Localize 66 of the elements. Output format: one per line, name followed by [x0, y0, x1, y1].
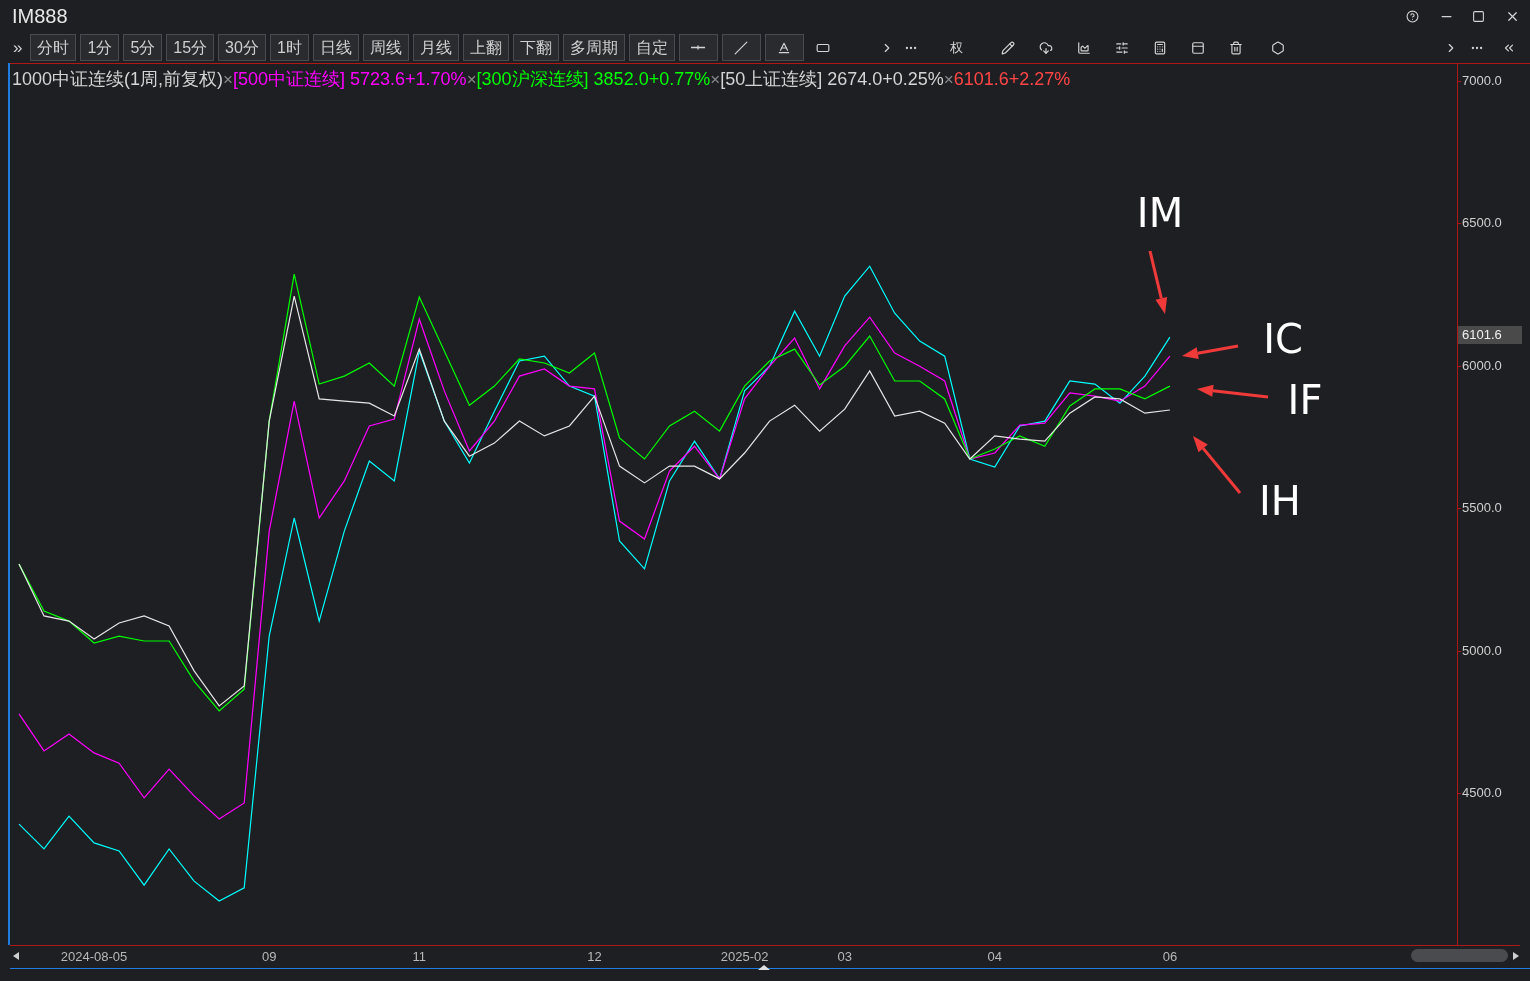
annotation-arrow [1193, 436, 1242, 494]
period-button[interactable]: 1分 [80, 34, 120, 61]
x-axis-label: 2024-08-05 [60, 950, 128, 963]
x-axis-label: 2025-02 [720, 950, 769, 963]
calculator-icon[interactable] [1152, 40, 1167, 55]
layout-icon[interactable] [1190, 40, 1205, 55]
scroll-left-icon[interactable] [13, 952, 19, 960]
period-button[interactable]: 15分 [166, 34, 215, 61]
y-axis-label: 5000.0 [1462, 643, 1502, 657]
diagonal-line-icon [734, 40, 749, 55]
period-button[interactable]: 5分 [123, 34, 163, 61]
period-button[interactable]: 分时 [30, 34, 77, 61]
annotation-arrow [1148, 250, 1168, 314]
chart-icon[interactable] [1076, 40, 1091, 55]
drawing-tool-button[interactable] [764, 34, 804, 61]
help-icon[interactable] [1406, 9, 1419, 23]
x-axis-label: 11 [412, 950, 427, 963]
trash-icon[interactable] [1228, 40, 1243, 55]
legend-item: [500中证连续] 5723.6+1.70% [233, 68, 467, 91]
hexagon-icon[interactable] [1270, 40, 1285, 55]
y-axis-label: 5500.0 [1462, 501, 1502, 515]
horizontal-line-icon [691, 45, 706, 50]
pencil-icon[interactable] [1000, 40, 1015, 55]
scroll-right-icon[interactable] [1513, 952, 1519, 960]
expand-toggle[interactable]: » [13, 34, 23, 61]
annotation-label: IC [1263, 316, 1303, 362]
period-button[interactable]: 周线 [362, 34, 409, 61]
y-axis-label: 6000.0 [1462, 358, 1502, 372]
period-button[interactable]: 日线 [312, 34, 359, 61]
sliders-icon[interactable] [1114, 40, 1129, 55]
period-button[interactable]: 上翻 [462, 34, 509, 61]
rights-button[interactable]: 权 [949, 37, 963, 58]
price-tag: 6101.6 [1458, 326, 1522, 344]
x-axis-label: 09 [261, 950, 277, 963]
x-axis-label: 04 [987, 950, 1002, 963]
x-axis-label: 03 [837, 950, 852, 963]
remove-series-button[interactable]: × [710, 66, 721, 93]
y-axis-label: 4500.0 [1462, 786, 1502, 800]
y-axis-label: 6500.0 [1462, 216, 1502, 230]
cloud-download-icon[interactable] [1038, 40, 1053, 55]
annotation-label: IM [1136, 190, 1184, 236]
text-baseline-icon [777, 40, 792, 55]
period-button[interactable]: 下翻 [512, 34, 559, 61]
scrollbar-thumb[interactable] [1411, 949, 1508, 962]
period-button[interactable]: 30分 [218, 34, 266, 61]
period-button[interactable]: 多周期 [562, 34, 625, 61]
legend-item: 1000中证连续(1周,前复权) [12, 68, 224, 91]
maximize-icon[interactable] [1472, 9, 1485, 23]
annotation-arrow [1197, 384, 1269, 399]
period-button[interactable]: 1时 [269, 34, 309, 61]
annotation-label: IH [1259, 478, 1301, 524]
x-axis-label: 06 [1162, 950, 1178, 963]
annotation-arrow [1182, 344, 1239, 360]
legend-item: [50上证连续] 2674.0+0.25% [720, 68, 944, 91]
period-button[interactable]: 月线 [412, 34, 459, 61]
window-title: IM888 [12, 4, 68, 29]
x-axis-label: 12 [587, 950, 602, 963]
remove-series-button[interactable]: × [943, 66, 954, 93]
y-axis-label: 7000.0 [1462, 74, 1502, 88]
remove-series-button[interactable]: × [223, 66, 233, 93]
period-button[interactable]: 自定 [628, 34, 675, 61]
legend-item: [300沪深连续] 3852.0+0.77% [476, 68, 711, 91]
annotation-label: IF [1287, 377, 1323, 423]
remove-series-button[interactable]: × [466, 66, 477, 93]
legend-item: 6101.6+2.27% [953, 68, 1071, 91]
collapse-handle-icon[interactable] [758, 965, 770, 970]
